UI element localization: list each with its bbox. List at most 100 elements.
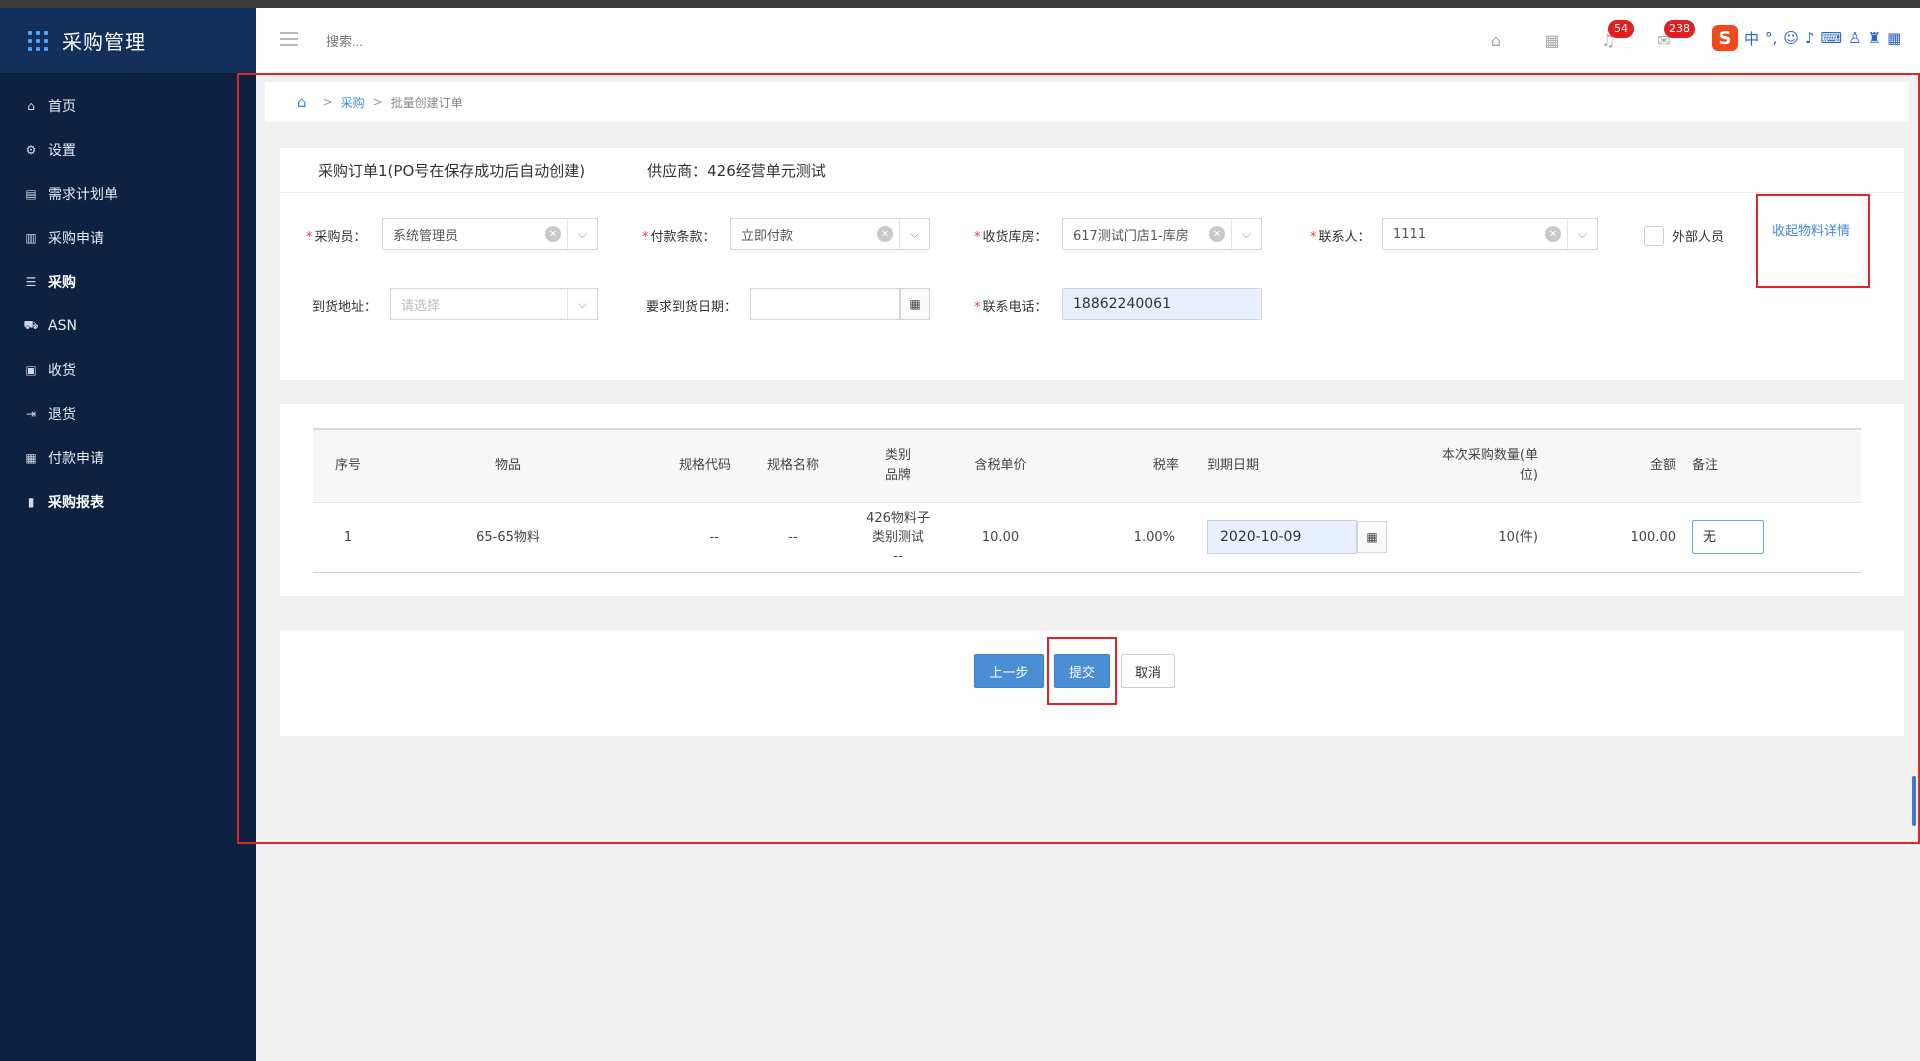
sidebar-item-purchase-request[interactable]: ▥ 采购申请 <box>0 216 256 260</box>
sidebar-item-label: 设置 <box>48 143 76 159</box>
chevron-down-icon[interactable]: ⌵ <box>567 219 597 249</box>
keyboard-icon[interactable]: ⌨ <box>1821 29 1843 47</box>
due-date-input[interactable]: 2020-10-09 <box>1207 520 1357 554</box>
submit-button[interactable]: 提交 <box>1054 654 1110 688</box>
emoji-icon[interactable]: ☺ <box>1783 29 1799 47</box>
form-icon: ▥ <box>25 231 37 245</box>
home-icon: ⌂ <box>27 99 35 113</box>
payment-icon: ▦ <box>25 451 37 465</box>
bell-icon[interactable]: ♫ 54 <box>1598 20 1634 50</box>
sidebar-item-label: 退货 <box>48 407 76 423</box>
col-price: 含税单价 <box>953 428 1048 503</box>
sidebar-item-asn[interactable]: ⛟ ASN <box>0 304 256 348</box>
cell-tax: 1.00% <box>1048 502 1183 573</box>
col-seq: 序号 <box>313 428 383 503</box>
sidebar-item-home[interactable]: ⌂ 首页 <box>0 84 256 128</box>
phone-input[interactable]: 18862240061 <box>1062 288 1262 320</box>
mail-icon[interactable]: ✉ 238 <box>1654 20 1695 50</box>
sidebar-item-demand-plan[interactable]: ▤ 需求计划单 <box>0 172 256 216</box>
address-label: 到货地址： <box>312 300 378 315</box>
collapse-details-link[interactable]: 收起物料详情 <box>1772 222 1852 242</box>
home-icon[interactable]: ⌂ <box>297 93 307 111</box>
chevron-down-icon[interactable]: ⌵ <box>1567 219 1597 249</box>
sidebar-item-receiving[interactable]: ▣ 收货 <box>0 348 256 392</box>
inbox-icon: ▣ <box>25 363 37 377</box>
clear-icon[interactable]: ✕ <box>1545 226 1561 242</box>
sidebar-menu: ⌂ 首页 ⚙ 设置 ▤ 需求计划单 ▥ 采购申请 ☰ 采购 ⛟ ASN ▣ 收货 ⇥ 退货 ▦ 付… <box>0 74 256 524</box>
sidebar-item-purchase-report[interactable]: ▮ 采购报表 <box>0 480 256 524</box>
order-header: 采购订单1(PO号在保存成功后自动创建) 供应商： 426经营单元测试 <box>280 148 1904 193</box>
exit-icon: ⇥ <box>25 407 37 421</box>
external-person-label: 外部人员 <box>1672 230 1725 245</box>
top-header: ⌂ ▦ ♫ 54 ✉ 238 S 中 °, ☺ ♪ ⌨ ♙ ♜ ▦ <box>256 8 1920 74</box>
items-panel: 序号 物品 规格代码 规格名称 类别 品牌 含税单价 税率 到期日期 本次采购数量… <box>280 404 1904 596</box>
calendar-icon[interactable]: ▦ <box>1357 521 1387 553</box>
warehouse-select[interactable]: 617测试门店1-库房 ✕ ⌵ <box>1062 218 1262 250</box>
home-icon[interactable]: ⌂ <box>1486 30 1506 50</box>
col-category: 类别 品牌 <box>843 428 953 503</box>
ime-lang[interactable]: 中 <box>1744 28 1759 49</box>
scrollbar[interactable] <box>1912 776 1916 826</box>
cell-amount: 100.00 <box>1558 502 1688 573</box>
gear-icon: ⚙ <box>25 143 37 157</box>
cell-spec-code: -- <box>633 502 743 573</box>
breadcrumb: ⌂ > 采购 > 批量创建订单 <box>265 82 1909 122</box>
breadcrumb-link-purchase[interactable]: 采购 <box>341 94 365 111</box>
contact-label: * 联系人： <box>1310 230 1371 245</box>
buyer-select[interactable]: 系统管理员 ✕ ⌵ <box>382 218 598 250</box>
contact-select[interactable]: 1111 ✕ ⌵ <box>1382 218 1598 250</box>
apps-icon[interactable]: ▦ <box>1542 30 1562 50</box>
app-brand[interactable]: 采购管理 <box>0 8 256 74</box>
cancel-button[interactable]: 取消 <box>1121 654 1175 688</box>
cell-item: 65-65物料 <box>383 502 633 573</box>
clear-icon[interactable]: ✕ <box>545 226 561 242</box>
bar-chart-icon: ▮ <box>27 495 35 509</box>
top-strip <box>0 0 1920 8</box>
notification-badge: 54 <box>1608 20 1634 38</box>
col-remark: 备注 <box>1688 428 1776 503</box>
calendar-icon[interactable]: ▦ <box>900 288 930 320</box>
prev-step-button[interactable]: 上一步 <box>974 654 1044 688</box>
user-icon[interactable]: ♙ <box>1848 29 1861 47</box>
sidebar-item-label: 首页 <box>48 99 76 115</box>
sidebar-item-label: ASN <box>48 318 77 334</box>
app-title: 采购管理 <box>62 30 146 54</box>
breadcrumb-current: 批量创建订单 <box>390 95 463 110</box>
sidebar: 采购管理 ⌂ 首页 ⚙ 设置 ▤ 需求计划单 ▥ 采购申请 ☰ 采购 ⛟ ASN ▣ 收货 ⇥… <box>0 8 256 1061</box>
search-input[interactable] <box>326 28 546 54</box>
microphone-icon[interactable]: ♪ <box>1805 29 1815 47</box>
sidebar-item-return[interactable]: ⇥ 退货 <box>0 392 256 436</box>
punctuation-icon[interactable]: °, <box>1765 29 1777 47</box>
chevron-down-icon[interactable]: ⌵ <box>899 219 929 249</box>
cell-seq: 1 <box>313 502 383 573</box>
grid-icon[interactable]: ▦ <box>1887 29 1901 47</box>
cell-remark: 无 <box>1688 502 1861 573</box>
list-icon: ☰ <box>25 275 37 289</box>
sidebar-item-payment-request[interactable]: ▦ 付款申请 <box>0 436 256 480</box>
shirt-icon[interactable]: ♜ <box>1868 29 1881 47</box>
cell-spec-name: -- <box>743 502 843 573</box>
external-person-checkbox[interactable] <box>1644 226 1664 246</box>
chevron-down-icon[interactable]: ⌵ <box>1231 219 1261 249</box>
buyer-label: * 采购员： <box>306 230 367 245</box>
supplier-value: 426经营单元测试 <box>707 161 826 180</box>
clear-icon[interactable]: ✕ <box>877 226 893 242</box>
ime-toolbar[interactable]: S 中 °, ☺ ♪ ⌨ ♙ ♜ ▦ <box>1712 24 1901 52</box>
payment-terms-select[interactable]: 立即付款 ✕ ⌵ <box>730 218 930 250</box>
arrival-date-label: 要求到货日期： <box>646 300 738 315</box>
order-form-panel: 采购订单1(PO号在保存成功后自动创建) 供应商： 426经营单元测试 * 采购员… <box>280 148 1904 380</box>
phone-label: * 联系电话： <box>974 300 1048 315</box>
menu-toggle-icon[interactable] <box>280 32 298 46</box>
document-icon: ▤ <box>25 187 37 201</box>
chevron-down-icon[interactable]: ⌵ <box>567 289 597 319</box>
sidebar-item-purchase[interactable]: ☰ 采购 <box>0 260 256 304</box>
col-due-date: 到期日期 <box>1183 428 1393 503</box>
table-row: 1 65-65物料 -- -- 426物料子 类别测试 -- 10.00 1.00%… <box>313 502 1861 573</box>
address-select[interactable]: 请选择 ⌵ <box>390 288 598 320</box>
arrival-date-input[interactable] <box>750 288 900 320</box>
clear-icon[interactable]: ✕ <box>1209 226 1225 242</box>
sidebar-item-settings[interactable]: ⚙ 设置 <box>0 128 256 172</box>
sogou-logo-icon: S <box>1712 25 1738 51</box>
col-spec-code: 规格代码 <box>633 428 743 503</box>
remark-input[interactable]: 无 <box>1692 520 1764 554</box>
